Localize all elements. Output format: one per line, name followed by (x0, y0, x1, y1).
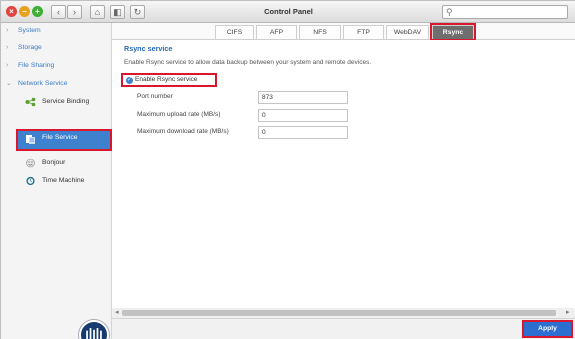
section-description: Enable Rsync service to allow data backu… (124, 59, 372, 66)
max-download-rate-label: Maximum download rate (MB/s) (137, 128, 229, 135)
sidebar: › System › Storage › File Sharing ⌄ Netw… (1, 23, 112, 339)
chevron-right-icon: › (6, 27, 9, 34)
chevron-down-icon: ⌄ (6, 80, 12, 87)
sidebar-subitem-label: Bonjour (42, 159, 66, 166)
scroll-right-icon[interactable]: ▸ (566, 308, 570, 318)
file-service-icon (26, 135, 35, 144)
scrollbar-thumb[interactable] (122, 310, 556, 316)
sidebar-item-storage[interactable]: › Storage (1, 41, 112, 55)
rsync-settings-panel: Rsync service Enable Rsync service to al… (112, 40, 575, 308)
sidebar-item-label: System (18, 27, 41, 34)
apply-button[interactable]: Apply (522, 320, 573, 338)
footer-bar: Apply (112, 318, 575, 339)
sidebar-item-system[interactable]: › System (1, 24, 112, 38)
chevron-right-icon: › (6, 44, 9, 51)
enable-rsync-option[interactable]: ✓ Enable Rsync service (121, 73, 217, 87)
max-upload-rate-label: Maximum upload rate (MB/s) (137, 111, 221, 118)
section-title: Rsync service (124, 44, 173, 53)
sidebar-item-label: File Sharing (18, 62, 55, 69)
max-upload-rate-input[interactable]: 0 (258, 109, 348, 122)
enable-rsync-label: Enable Rsync service (135, 76, 198, 83)
tab-cifs[interactable]: CIFS (215, 25, 254, 39)
sidebar-subitem-file-service[interactable]: File Service (16, 129, 112, 151)
port-number-input[interactable]: 873 (258, 91, 348, 104)
sidebar-item-network-service[interactable]: ⌄ Network Service (1, 77, 112, 91)
port-number-label: Port number (137, 93, 173, 100)
search-input[interactable]: ⚲ (442, 5, 568, 19)
chevron-right-icon: › (6, 62, 9, 69)
sidebar-item-file-sharing[interactable]: › File Sharing (1, 59, 112, 73)
sidebar-subitem-label: File Service (42, 134, 78, 141)
tab-ftp[interactable]: FTP (343, 25, 384, 39)
tab-webdav[interactable]: WebDAV (386, 25, 429, 39)
horizontal-scrollbar[interactable]: ◂ ▸ (112, 308, 575, 318)
sidebar-item-label: Storage (18, 44, 42, 51)
tab-bar: CIFS AFP NFS FTP WebDAV Rsync (112, 23, 575, 41)
brand-logo (79, 320, 109, 339)
search-icon: ⚲ (446, 7, 453, 17)
sidebar-subitem-label: Service Binding (42, 98, 90, 105)
tab-nfs[interactable]: NFS (299, 25, 341, 39)
logo-bars-icon (86, 328, 102, 339)
title-bar: × – + ‹ › ⌂ ◧ ↻ Control Panel ⚲ (1, 1, 575, 23)
time-machine-icon (26, 176, 35, 186)
scroll-left-icon[interactable]: ◂ (115, 308, 119, 318)
max-download-rate-input[interactable]: 0 (258, 126, 348, 139)
checkbox-checked-icon[interactable]: ✓ (126, 77, 133, 84)
sidebar-subitem-label: Time Machine (42, 177, 85, 184)
service-binding-icon (25, 97, 36, 107)
sidebar-item-label: Network Service (18, 80, 68, 87)
bonjour-icon (26, 158, 35, 168)
tab-afp[interactable]: AFP (256, 25, 297, 39)
tab-rsync[interactable]: Rsync (430, 23, 476, 41)
control-panel-window: × – + ‹ › ⌂ ◧ ↻ Control Panel ⚲ › System… (0, 0, 575, 339)
